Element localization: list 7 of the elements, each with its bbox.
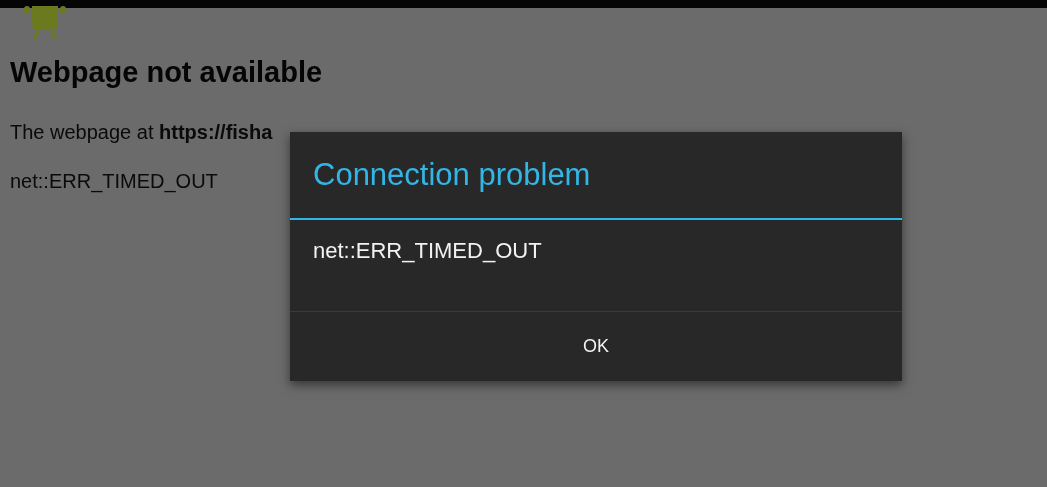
dialog-title: Connection problem [290, 132, 902, 220]
android-robot-icon [22, 6, 68, 42]
page-title: Webpage not available [10, 56, 323, 89]
dialog-message: net::ERR_TIMED_OUT [290, 220, 902, 312]
ok-button[interactable]: OK [290, 312, 902, 381]
error-code: net::ERR_TIMED_OUT [10, 170, 218, 193]
error-description: The webpage at https://fisha [10, 121, 273, 144]
